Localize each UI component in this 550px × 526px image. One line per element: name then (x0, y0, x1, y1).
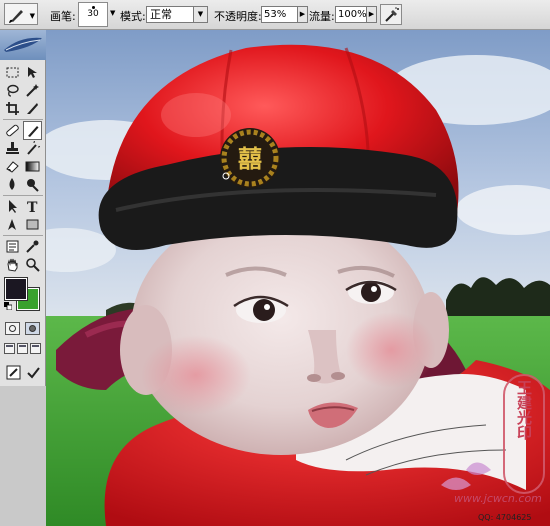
dodge-icon (27, 179, 39, 192)
foreground-color-swatch[interactable] (4, 277, 28, 301)
marquee-icon (6, 67, 19, 78)
tool-blur[interactable] (4, 176, 21, 193)
magic-wand-icon (26, 84, 39, 97)
eraser-icon (6, 161, 19, 173)
jump-to-imageready-2[interactable] (25, 364, 42, 381)
pen-icon (8, 219, 16, 230)
options-bar: ▼ 画笔: 30 ▼ 模式: 正常 ▼ 不透明度: 53% ▶ 流量: 100%… (0, 0, 550, 30)
opacity-field[interactable]: 53% (261, 6, 298, 23)
jump-to-imageready[interactable] (5, 364, 22, 381)
zoom-icon (26, 258, 40, 272)
tool-type[interactable]: T (24, 198, 41, 215)
quick-mask-button[interactable] (25, 322, 40, 335)
toolbox-header[interactable] (0, 30, 46, 60)
svg-text:T: T (27, 200, 38, 214)
toolbox: T (0, 30, 46, 386)
screen-mode-full[interactable] (30, 343, 41, 354)
tool-hand[interactable] (4, 256, 21, 273)
baby-painting: 囍 王建光印 www.jcwcn.com QQ: 4704625 (46, 30, 550, 526)
brush-size-picker[interactable]: 30 (78, 2, 108, 27)
shape-icon (26, 219, 39, 230)
tool-zoom[interactable] (24, 256, 41, 273)
tool-history-brush[interactable] (24, 140, 41, 157)
brush-label: 画笔: (50, 10, 76, 23)
flow-field[interactable]: 100% (335, 6, 367, 23)
seal-text: 王建光印 (515, 380, 533, 441)
type-icon: T (27, 200, 38, 214)
clone-stamp-icon (6, 142, 19, 154)
tool-crop[interactable] (4, 100, 21, 117)
tool-preset-picker[interactable]: ▼ (4, 3, 38, 25)
tool-eraser[interactable] (4, 158, 21, 175)
mode-value: 正常 (150, 8, 172, 21)
blur-icon (9, 178, 15, 190)
tool-magic-wand[interactable] (24, 82, 41, 99)
watermark-qq: QQ: 4704625 (478, 513, 531, 522)
crop-icon (6, 102, 19, 115)
mode-select[interactable]: 正常 ▼ (146, 6, 208, 23)
opacity-value: 53% (264, 9, 287, 20)
default-colors-icon[interactable] (4, 302, 12, 310)
tool-pen[interactable] (4, 216, 21, 233)
brush-size-value: 30 (87, 9, 99, 19)
imageready-check-icon (27, 367, 40, 379)
slice-icon (27, 103, 38, 114)
imageready-icon (6, 365, 21, 380)
screen-mode-standard[interactable] (4, 343, 15, 354)
airbrush-icon (385, 7, 399, 22)
chevron-down-icon[interactable]: ▼ (110, 9, 115, 17)
notes-icon (6, 240, 19, 253)
tool-dodge[interactable] (24, 176, 41, 193)
gradient-icon (25, 161, 40, 172)
tool-notes[interactable] (4, 238, 21, 255)
tool-eyedropper[interactable] (24, 238, 41, 255)
feather-logo-icon (4, 37, 42, 52)
history-brush-icon (27, 141, 40, 155)
chevron-down-icon: ▼ (193, 7, 207, 22)
chevron-down-icon: ▼ (29, 12, 35, 20)
brush-icon (28, 126, 39, 137)
watermark-site: www.jcwcn.com (454, 492, 542, 505)
screen-mode-full-menu[interactable] (17, 343, 28, 354)
tool-slice[interactable] (24, 100, 41, 117)
opacity-label: 不透明度: (214, 10, 262, 23)
flow-label: 流量: (309, 10, 335, 23)
airbrush-toggle[interactable] (380, 4, 402, 25)
tool-shape[interactable] (24, 216, 41, 233)
healing-brush-icon (6, 124, 19, 137)
tool-move[interactable] (24, 64, 41, 81)
tool-lasso[interactable] (4, 82, 21, 99)
opacity-slider-button[interactable]: ▶ (297, 6, 308, 23)
hat-badge-text: 囍 (238, 144, 262, 173)
document-canvas[interactable]: 囍 王建光印 www.jcwcn.com QQ: 4704625 (46, 30, 550, 526)
mode-label: 模式: (120, 10, 146, 23)
tool-path-selection[interactable] (4, 198, 21, 215)
flow-slider-button[interactable]: ▶ (366, 6, 377, 23)
toolbox-divider (3, 195, 43, 196)
lasso-icon (7, 84, 19, 97)
toolbox-divider (3, 119, 43, 120)
toolbox-divider (3, 235, 43, 236)
flow-value: 100% (338, 9, 367, 20)
move-icon (28, 67, 37, 78)
tool-marquee[interactable] (4, 64, 21, 81)
tool-brush-active[interactable] (23, 121, 42, 140)
eyedropper-icon (26, 240, 39, 253)
tool-healing-brush[interactable] (4, 122, 21, 139)
tool-clone-stamp[interactable] (4, 140, 21, 157)
tool-gradient[interactable] (24, 158, 41, 175)
brush-icon (9, 10, 23, 23)
standard-mode-button[interactable] (5, 322, 20, 335)
path-selection-icon (9, 200, 17, 213)
hand-icon (7, 258, 18, 272)
